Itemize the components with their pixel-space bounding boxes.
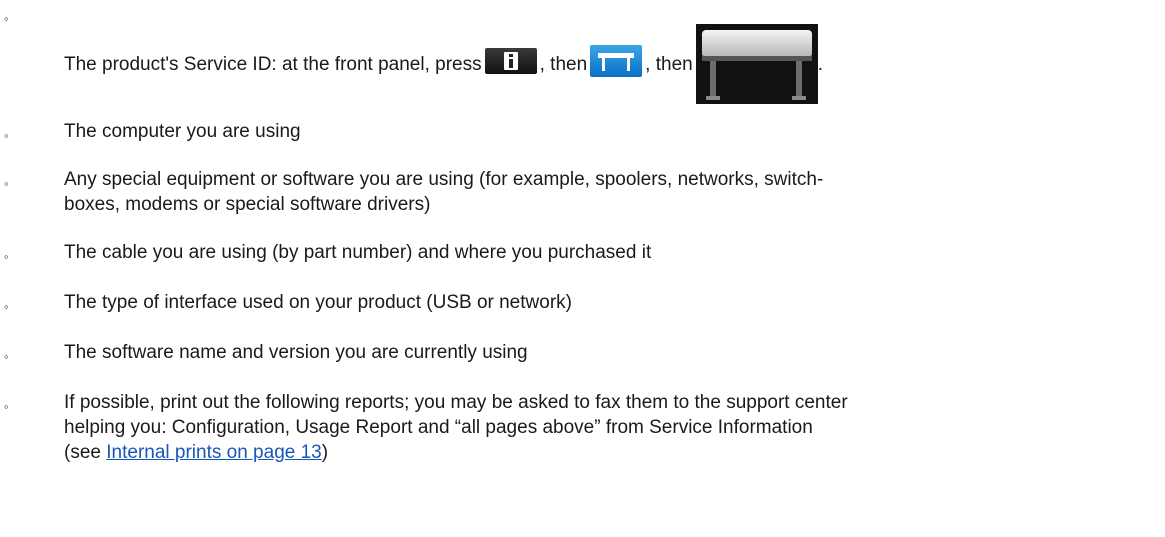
separator-text: , then (645, 53, 693, 75)
bullet-marker: ◦ (4, 299, 9, 314)
end-period: . (817, 53, 823, 75)
list-item: The cable you are using (by part number)… (64, 242, 652, 263)
printer-button-icon (590, 45, 643, 77)
bullet-marker: ◦ (4, 399, 9, 414)
separator-text: , then (539, 53, 588, 75)
list-item-line: Any special equipment or software you ar… (64, 169, 824, 190)
list-item-service-id: The product's Service ID: at the front p… (64, 22, 1144, 106)
bullet-marker: ◦ (4, 11, 9, 26)
list-item-line: helping you: Configuration, Usage Report… (64, 417, 813, 438)
list-item-line: boxes, modems or special software driver… (64, 194, 431, 215)
info-button-icon (484, 48, 537, 74)
paren-close: ) (321, 442, 329, 463)
list-item: Any special equipment or software you ar… (64, 167, 1144, 217)
bullet-marker: ◦ (4, 128, 9, 143)
list-item: The software name and version you are cu… (64, 342, 528, 363)
bullet-marker: ◦ (4, 176, 9, 191)
internal-prints-link[interactable]: Internal prints on page 13 (106, 442, 322, 463)
bullet-marker: ◦ (4, 249, 9, 264)
list-item-line: If possible, print out the following rep… (64, 392, 848, 413)
list-item: The type of interface used on your produ… (64, 292, 572, 313)
printer-photo-icon (695, 24, 818, 104)
list-item-text: The product's Service ID: at the front p… (64, 53, 482, 75)
bullet-marker: ◦ (4, 349, 9, 364)
list-item: The computer you are using (64, 121, 301, 142)
paren-open: (see (64, 442, 107, 463)
list-item-line: (see Internal prints on page 13) (64, 440, 1144, 465)
list-item: If possible, print out the following rep… (64, 390, 1144, 465)
